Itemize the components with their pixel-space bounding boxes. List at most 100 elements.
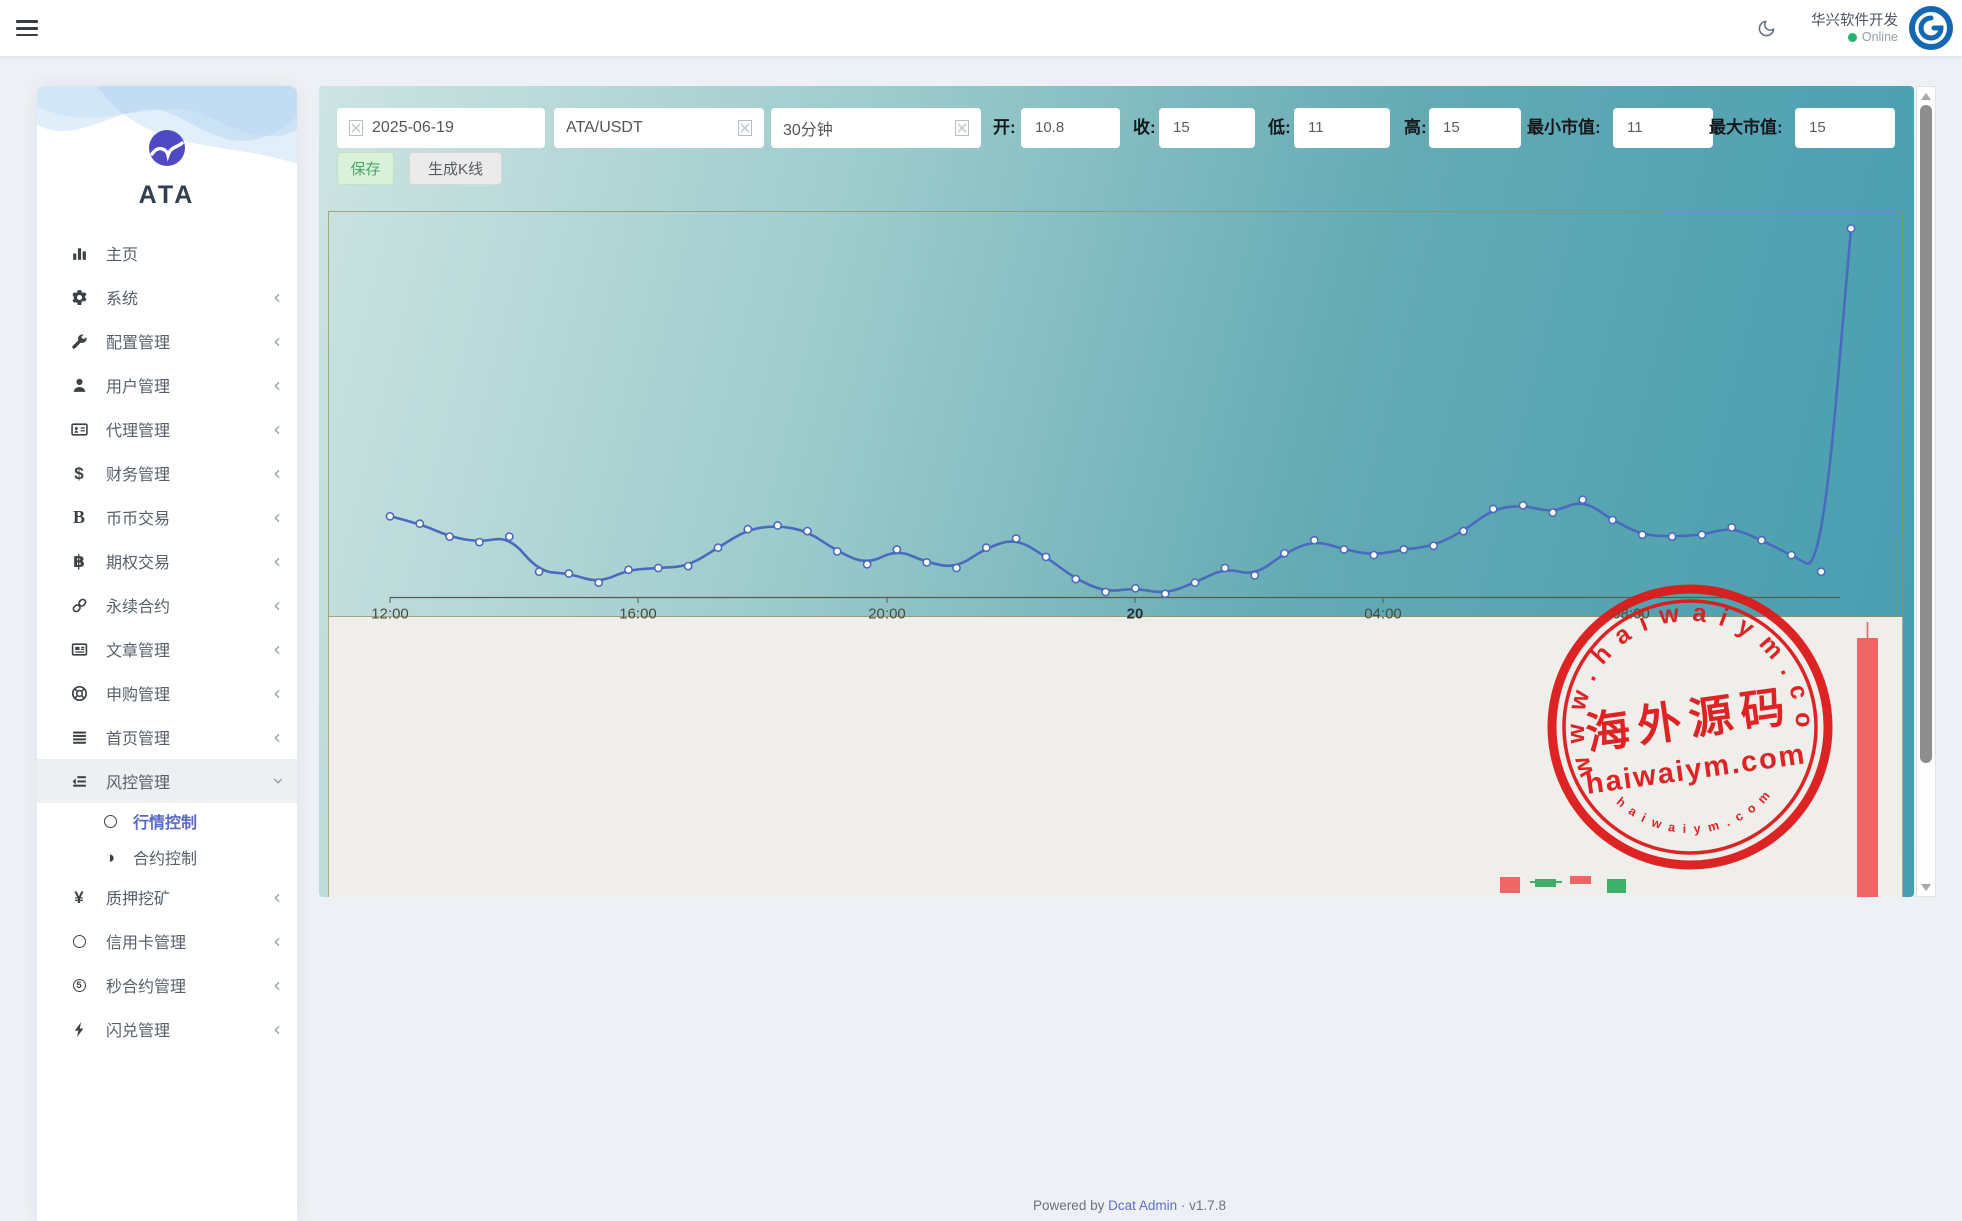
sidebar-item-label: 申购管理 xyxy=(106,681,170,705)
chevron-left-icon: ‹ xyxy=(273,507,281,527)
close-input[interactable]: 15 xyxy=(1159,108,1255,148)
open-label: 开: xyxy=(993,108,1016,148)
sidebar-item-label: 用户管理 xyxy=(106,373,170,397)
avatar-logo-icon xyxy=(1908,5,1954,51)
toolbar: 2025-06-19 ATA/USDT 30分钟 开: 10.8 收: 15 低… xyxy=(319,108,1914,148)
sidebar-item-risk-control[interactable]: 风控管理‹ xyxy=(37,759,297,803)
min-marketcap-input[interactable]: 11 xyxy=(1613,108,1713,148)
chevron-down-icon: ‹ xyxy=(267,777,287,785)
sidebar-item-label: 财务管理 xyxy=(106,461,170,485)
user-icon xyxy=(67,377,91,394)
pair-value: ATA/USDT xyxy=(566,119,738,137)
moon-icon xyxy=(1757,19,1776,38)
generate-kline-button[interactable]: 生成K线 xyxy=(409,152,502,185)
half-circle-icon: ◑ xyxy=(100,849,120,866)
content-scrollbar xyxy=(1916,86,1936,897)
yen-icon: ¥ xyxy=(67,889,91,906)
sidebar-item-finance[interactable]: $ 财务管理 ‹ xyxy=(37,451,297,495)
sidebar-subitem-market-control[interactable]: 行情控制 xyxy=(37,803,297,839)
hamburger-menu-icon[interactable] xyxy=(16,16,40,40)
max-marketcap-input[interactable]: 15 xyxy=(1795,108,1895,148)
min-marketcap-label: 最小市值: xyxy=(1527,108,1601,148)
high-label: 高: xyxy=(1404,108,1427,148)
letter-b-icon: B xyxy=(67,508,91,526)
chevron-left-icon: ‹ xyxy=(273,683,281,703)
dollar-icon: $ xyxy=(67,465,91,482)
outdent-icon xyxy=(67,773,91,790)
life-ring-icon xyxy=(67,685,91,702)
dcat-admin-link[interactable]: Dcat Admin xyxy=(1108,1198,1177,1213)
sidebar-item-label: 配置管理 xyxy=(106,329,170,353)
sidebar-subitem-label: 行情控制 xyxy=(133,809,197,833)
sidebar-item-homepage[interactable]: 首页管理 ‹ xyxy=(37,715,297,759)
sidebar-item-label: 首页管理 xyxy=(106,725,170,749)
sidebar-item-staking[interactable]: ¥ 质押挖矿 ‹ xyxy=(37,875,297,919)
sidebar-item-agents[interactable]: 代理管理‹ xyxy=(37,407,297,451)
link-icon xyxy=(67,597,91,614)
circle-icon xyxy=(67,935,91,948)
sidebar-item-perpetual[interactable]: 永续合约 ‹ xyxy=(37,583,297,627)
sidebar-item-label: 期权交易 xyxy=(106,549,170,573)
low-input[interactable]: 11 xyxy=(1294,108,1390,148)
list-icon xyxy=(67,729,91,746)
chevron-left-icon: ‹ xyxy=(273,887,281,907)
sidebar-item-label: 币币交易 xyxy=(106,505,170,529)
chevron-left-icon: ‹ xyxy=(273,287,281,307)
sidebar-item-label: 质押挖矿 xyxy=(106,885,170,909)
sidebar-item-spot-trade[interactable]: B 币币交易 ‹ xyxy=(37,495,297,539)
app-logo-text: ATA xyxy=(37,181,297,210)
sidebar-item-system[interactable]: 系统‹ xyxy=(37,275,297,319)
calendar-icon xyxy=(349,120,363,136)
five-icon: 5 xyxy=(67,979,91,992)
sidebar-subitem-contract-control[interactable]: ◑ 合约控制 xyxy=(37,839,297,875)
sidebar-item-flash-exchange[interactable]: 闪兑管理‹ xyxy=(37,1007,297,1051)
online-status-dot xyxy=(1848,33,1857,42)
open-input[interactable]: 10.8 xyxy=(1021,108,1120,148)
sidebar-item-users[interactable]: 用户管理 ‹ xyxy=(37,363,297,407)
user-menu[interactable]: 华兴软件开发 Online xyxy=(1811,12,1898,44)
pair-select[interactable]: ATA/USDT xyxy=(554,108,764,148)
scrollbar-thumb[interactable] xyxy=(1920,105,1932,763)
chevron-left-icon: ‹ xyxy=(273,375,281,395)
footer: Powered by Dcat Admin · v1.7.8 xyxy=(297,1198,1962,1213)
scrollbar-up-arrow[interactable] xyxy=(1917,89,1935,103)
chevron-left-icon: ‹ xyxy=(273,727,281,747)
volume-chart-area xyxy=(328,617,1903,897)
date-input[interactable]: 2025-06-19 xyxy=(337,108,545,148)
circle-outline-icon xyxy=(100,815,120,828)
sidebar-item-config[interactable]: 配置管理‹ xyxy=(37,319,297,363)
dropdown-icon xyxy=(738,120,752,136)
kline-chart-area xyxy=(328,211,1903,617)
footer-version: v1.7.8 xyxy=(1189,1198,1226,1213)
sidebar-item-credit-card[interactable]: 信用卡管理‹ xyxy=(37,919,297,963)
chevron-left-icon: ‹ xyxy=(273,595,281,615)
sidebar-item-label: 代理管理 xyxy=(106,417,170,441)
save-button[interactable]: 保存 xyxy=(337,152,394,185)
dark-mode-toggle[interactable] xyxy=(1751,13,1781,43)
newspaper-icon xyxy=(67,641,91,658)
sidebar-subitem-label: 合约控制 xyxy=(133,845,197,869)
dropdown-icon xyxy=(955,120,969,136)
user-name: 华兴软件开发 xyxy=(1811,12,1898,30)
chart-bar-icon xyxy=(67,245,91,262)
sidebar-item-options-trade[interactable]: ฿期权交易‹ xyxy=(37,539,297,583)
sidebar-item-label: 主页 xyxy=(106,241,138,265)
sidebar-item-home[interactable]: 主页 xyxy=(37,231,297,275)
chevron-left-icon: ‹ xyxy=(273,931,281,951)
sidebar: ATA 主页系统‹配置管理‹用户管理‹代理管理‹$财务管理‹B币币交易‹฿期权交… xyxy=(37,86,297,1221)
low-label: 低: xyxy=(1268,108,1291,148)
chevron-left-icon: ‹ xyxy=(273,463,281,483)
scrollbar-down-arrow[interactable] xyxy=(1917,880,1935,894)
chevron-left-icon: ‹ xyxy=(273,975,281,995)
sidebar-item-second-contract[interactable]: 5 秒合约管理 ‹ xyxy=(37,963,297,1007)
period-select[interactable]: 30分钟 xyxy=(771,108,981,148)
bolt-icon xyxy=(67,1021,91,1038)
sidebar-item-label: 永续合约 xyxy=(106,593,170,617)
high-input[interactable]: 15 xyxy=(1429,108,1521,148)
sidebar-item-label: 秒合约管理 xyxy=(106,973,186,997)
wrench-icon xyxy=(67,333,91,350)
app-logo: ATA xyxy=(37,86,297,231)
sidebar-item-articles[interactable]: 文章管理‹ xyxy=(37,627,297,671)
avatar[interactable] xyxy=(1908,5,1954,51)
sidebar-item-subscription[interactable]: 申购管理 ‹ xyxy=(37,671,297,715)
